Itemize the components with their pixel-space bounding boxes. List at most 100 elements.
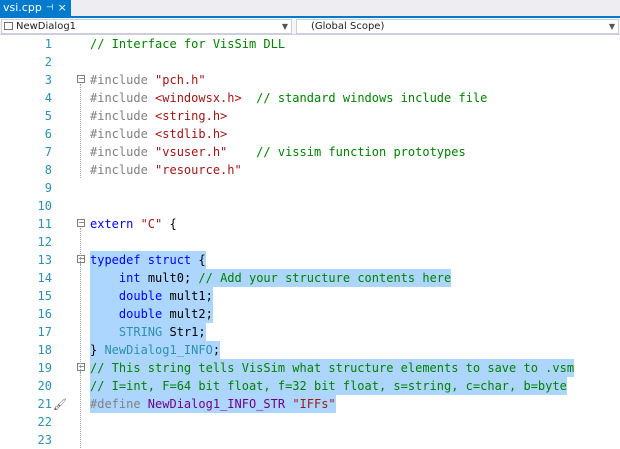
scope-dropdown[interactable]: (Global Scope) ▼	[296, 19, 619, 34]
code-token: // standard windows include file	[241, 91, 488, 105]
code-token: ;	[212, 343, 221, 357]
code-text: // I=int, F=64 bit float, f=32 bit float…	[90, 377, 567, 395]
line-number: 5	[44, 109, 52, 123]
code-line[interactable]: 1 // Interface for VisSim DLL	[0, 35, 620, 53]
code-token: STRING	[118, 325, 163, 339]
code-token: <string.h>	[155, 109, 228, 123]
close-icon[interactable]: ×	[58, 0, 67, 16]
line-number: 22	[37, 415, 52, 429]
code-line[interactable]: 10	[0, 197, 620, 215]
code-text: // This string tells VisSim what structu…	[90, 359, 575, 377]
chevron-down-icon: ▼	[281, 22, 288, 31]
code-token: mult1;	[162, 289, 213, 303]
code-token: "IFFs"	[292, 397, 336, 411]
code-text: #include "vsuser.h" // vissim function p…	[90, 143, 466, 161]
code-token: NewDialog1_INFO	[104, 343, 213, 357]
code-text: typedef struct {	[90, 251, 206, 269]
code-token: #include	[90, 109, 156, 123]
scope-dropdown-value: (Global Scope)	[311, 21, 385, 32]
code-line[interactable]: 16 double mult2;	[0, 305, 620, 323]
line-number: 2	[44, 55, 52, 69]
line-number: 23	[37, 433, 52, 447]
code-text: int mult0; // Add your structure content…	[90, 269, 452, 287]
code-token: #include	[90, 163, 156, 177]
code-line[interactable]: 13 − typedef struct {	[0, 251, 620, 269]
code-line[interactable]: 22	[0, 413, 620, 431]
code-text: // Interface for VisSim DLL	[90, 35, 285, 53]
document-tab-bar: vsi.cpp ⊣ ×	[0, 0, 620, 18]
code-line[interactable]: 8 #include "resource.h"	[0, 161, 620, 179]
code-text: STRING Str1;	[90, 323, 206, 341]
outline-guide	[80, 372, 81, 412]
code-text: extern "C" {	[90, 215, 177, 233]
fold-toggle-icon[interactable]: −	[77, 219, 85, 227]
code-line[interactable]: 21 🖌 #define NewDialog1_INFO_STR "IFFs"	[0, 395, 620, 413]
code-text: #include "resource.h"	[90, 161, 242, 179]
code-text: double mult2;	[90, 305, 213, 323]
code-token: {	[191, 253, 206, 267]
code-line[interactable]: 12	[0, 233, 620, 251]
code-line[interactable]: 3 − #include "pch.h"	[0, 71, 620, 89]
outline-guide	[80, 84, 81, 178]
code-line[interactable]: 23	[0, 431, 620, 449]
line-number: 1	[44, 37, 52, 51]
pin-icon[interactable]: ⊣	[46, 0, 54, 16]
code-token: // Add your structure contents here	[198, 271, 452, 285]
line-number: 6	[44, 127, 52, 141]
code-line[interactable]: 6 #include <stdlib.h>	[0, 125, 620, 143]
code-token: typedef	[90, 253, 148, 267]
code-line[interactable]: 17 STRING Str1;	[0, 323, 620, 341]
line-number: 4	[44, 91, 52, 105]
line-number: 20	[37, 379, 52, 393]
code-line[interactable]: 9	[0, 179, 620, 197]
code-line[interactable]: 11 − extern "C" {	[0, 215, 620, 233]
project-dropdown[interactable]: NewDialog1 ▼	[1, 19, 292, 34]
line-number: 13	[37, 253, 52, 267]
line-number: 19	[37, 361, 52, 375]
line-number: 14	[37, 271, 52, 285]
chevron-down-icon: ▼	[608, 22, 615, 31]
code-editor[interactable]: 1// Interface for VisSim DLL 2 3− #include …	[0, 35, 620, 448]
code-line[interactable]: 2	[0, 53, 620, 71]
code-token: {	[162, 217, 177, 231]
code-text: #include <stdlib.h>	[90, 125, 227, 143]
outline-guide	[80, 264, 81, 358]
code-token: <windowsx.h>	[155, 91, 242, 105]
code-token: }	[90, 343, 105, 357]
brush-icon[interactable]: 🖌	[53, 398, 67, 411]
class-icon	[4, 22, 13, 30]
code-line[interactable]: 20 // I=int, F=64 bit float, f=32 bit flo…	[0, 377, 620, 395]
code-line[interactable]: 18} NewDialog1_INFO;	[0, 341, 620, 359]
tab-vsi-cpp[interactable]: vsi.cpp ⊣ ×	[0, 0, 71, 16]
fold-toggle-icon[interactable]: −	[77, 363, 85, 371]
code-text: double mult1;	[90, 287, 213, 305]
code-line[interactable]: 15 double mult1;	[0, 287, 620, 305]
code-line[interactable]: 4 #include <windowsx.h> // standard windo…	[0, 89, 620, 107]
line-number: 12	[37, 235, 52, 249]
fold-toggle-icon[interactable]: −	[77, 75, 85, 83]
code-token: int	[118, 271, 141, 285]
code-token: NewDialog1_INFO_STR	[147, 397, 286, 411]
code-line[interactable]: 5 #include <string.h>	[0, 107, 620, 125]
code-token: "C"	[140, 217, 163, 231]
line-number: 8	[44, 163, 52, 177]
line-number: 17	[37, 325, 52, 339]
line-number: 18	[37, 343, 52, 357]
line-number: 9	[44, 181, 52, 195]
code-token: // vissim function prototypes	[227, 145, 466, 159]
code-token: #include	[90, 145, 156, 159]
code-line[interactable]: 14 int mult0; // Add your structure cont…	[0, 269, 620, 287]
code-text: #define NewDialog1_INFO_STR "IFFs"	[90, 395, 336, 413]
code-text: } NewDialog1_INFO;	[90, 341, 221, 359]
code-token: mult2;	[162, 307, 213, 321]
code-line[interactable]: 19 −// This string tells VisSim what stru…	[0, 359, 620, 377]
code-line[interactable]: 7 #include "vsuser.h" // vissim function …	[0, 143, 620, 161]
fold-toggle-icon[interactable]: −	[77, 255, 85, 263]
tab-title: vsi.cpp	[3, 1, 42, 14]
line-number: 3	[44, 73, 52, 87]
code-token: "vsuser.h"	[155, 145, 228, 159]
navigation-bar: NewDialog1 ▼ (Global Scope) ▼	[0, 18, 620, 35]
